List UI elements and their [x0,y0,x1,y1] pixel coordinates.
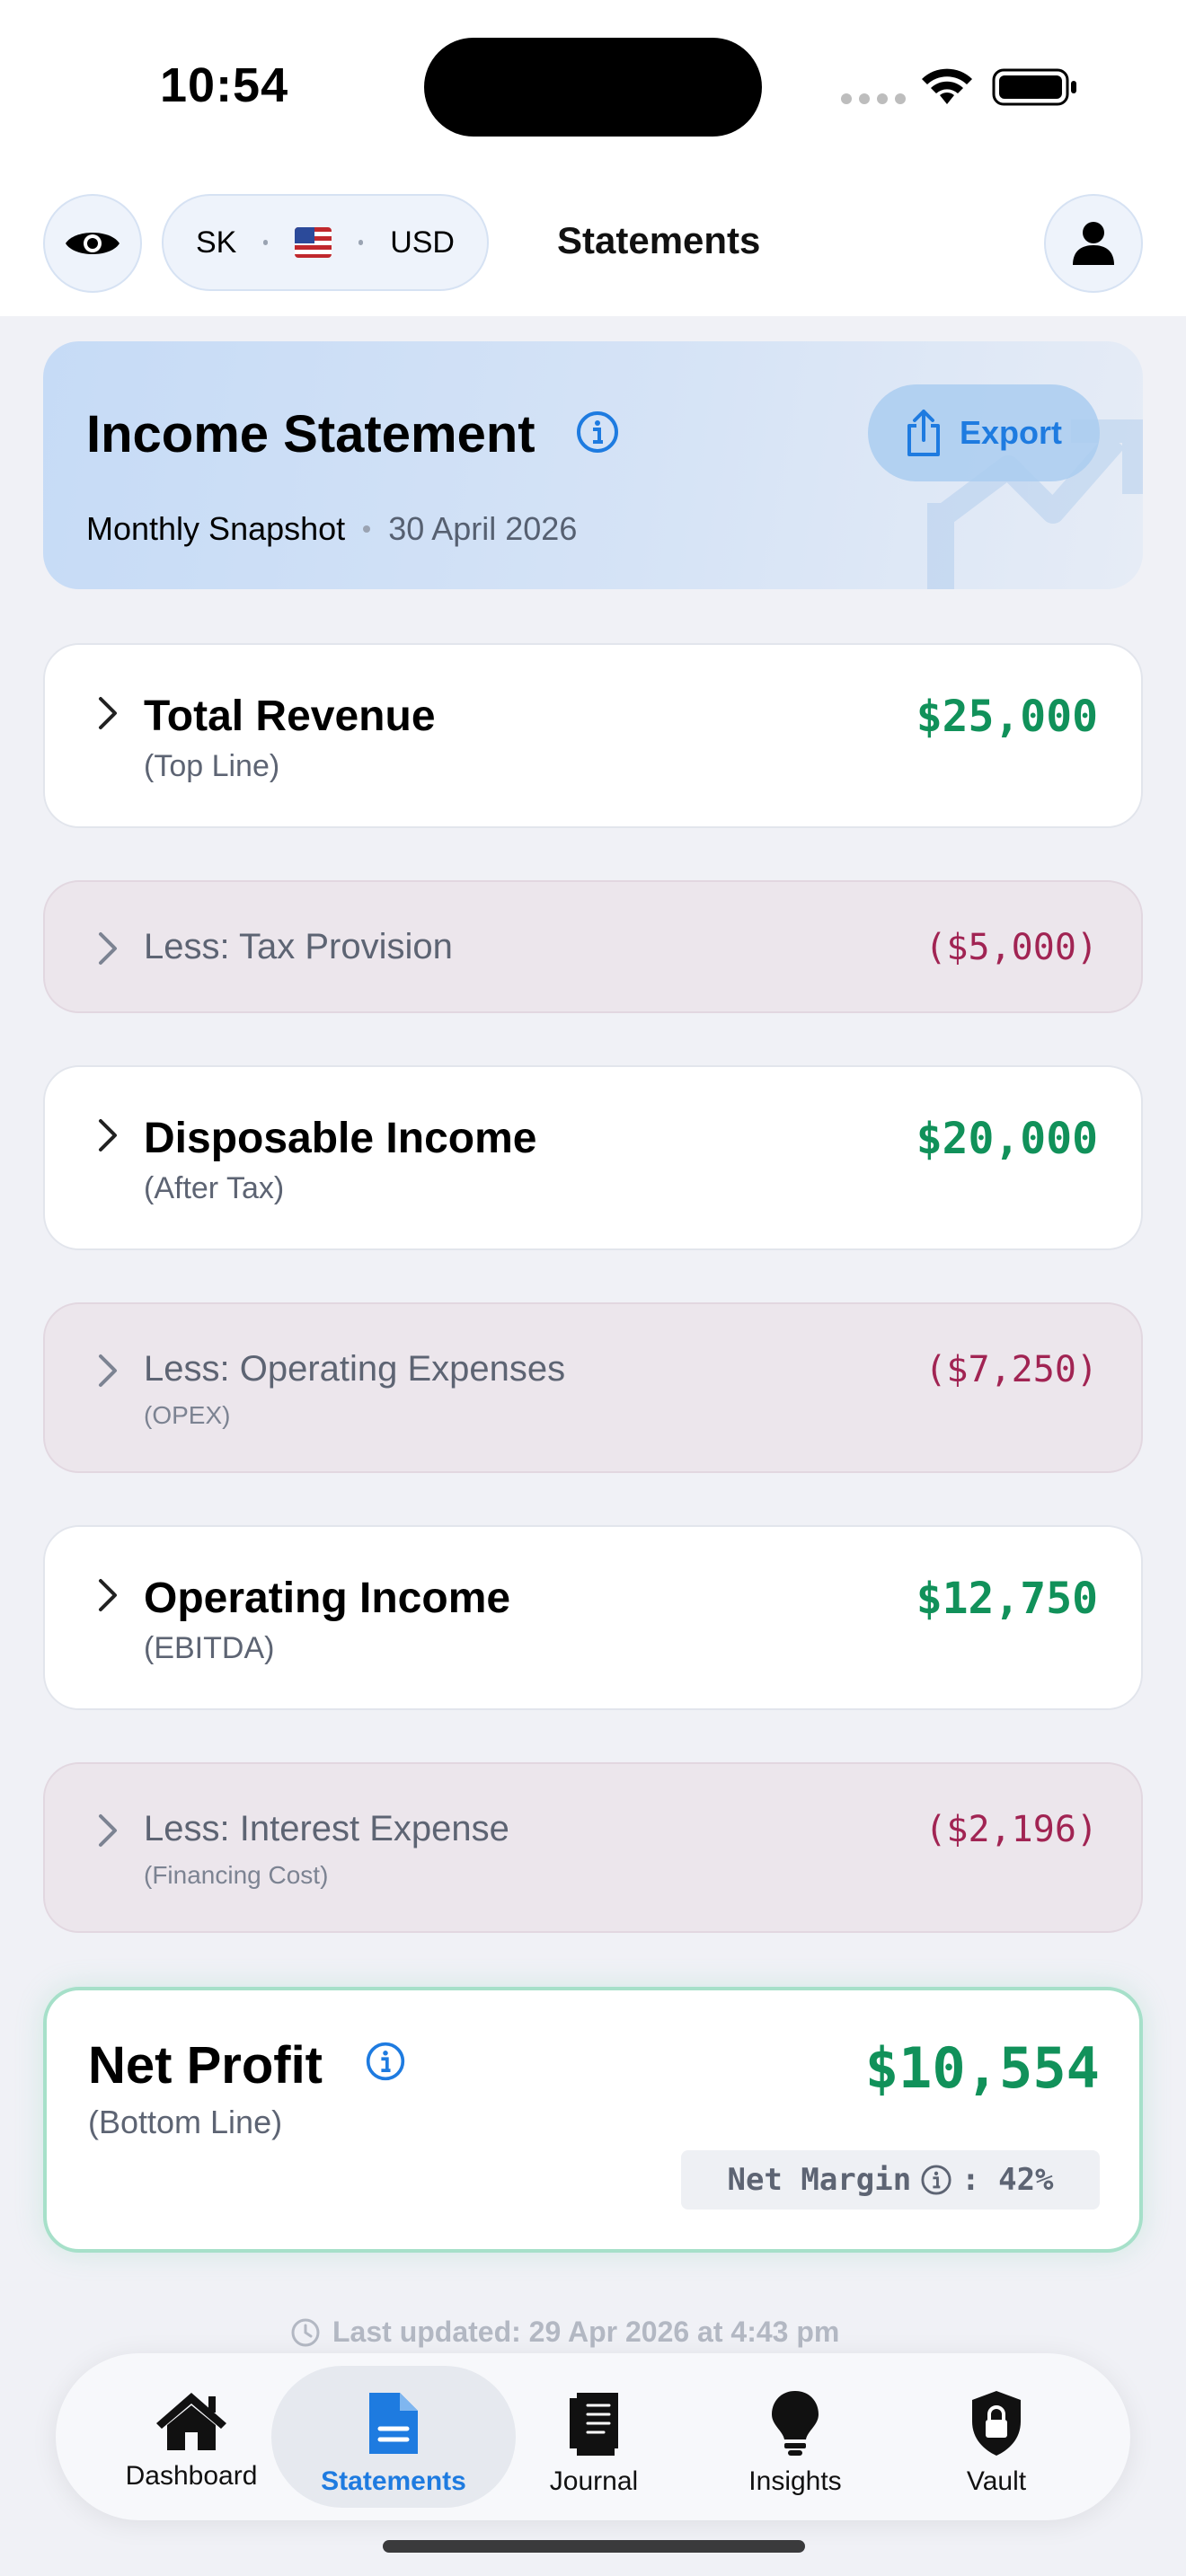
income-statement-header-card: Income Statement Monthly Snapshot 30 Apr… [43,341,1143,589]
row-title: Operating Income [144,1575,511,1622]
page-title: Statements [557,219,761,261]
net-profit-subtitle: (Bottom Line) [88,2104,283,2140]
last-updated-text: Last updated: 29 Apr 2026 at 4:43 pm [332,2316,840,2348]
history-clock-icon [291,2318,320,2346]
chevron-right-icon [99,932,117,965]
document-icon [369,2393,418,2454]
chevron-right-icon [99,1354,117,1387]
statement-title: Income Statement [86,405,535,463]
wifi-icon [922,68,972,104]
statement-row-interest-expense[interactable]: Less: Interest Expense (Financing Cost) … [43,1762,1143,1933]
row-amount: $12,750 [916,1574,1098,1624]
profile-button[interactable] [1044,194,1143,293]
row-amount: ($5,000) [925,927,1098,968]
row-title: Less: Operating Expenses [144,1349,566,1389]
statement-period-line: Monthly Snapshot 30 April 2026 [86,510,577,548]
eye-icon [66,233,119,254]
export-button[interactable]: Export [868,384,1100,481]
currency-code: USD [390,225,455,260]
net-margin-value: : 42% [961,2162,1054,2198]
statement-date: 30 April 2026 [388,510,578,547]
row-title: Less: Tax Provision [144,927,453,966]
share-icon [907,410,940,456]
info-icon[interactable] [920,2164,952,2196]
row-title: Disposable Income [144,1115,537,1162]
row-subtitle: (After Tax) [144,1171,285,1205]
statement-row-disposable-income[interactable]: Disposable Income (After Tax) $20,000 [43,1065,1143,1250]
row-subtitle: (OPEX) [144,1401,231,1429]
info-icon[interactable] [575,410,620,454]
status-time: 10:54 [160,58,289,112]
net-margin-badge: Net Margin : 42% [681,2150,1100,2210]
shield-lock-icon [972,2391,1021,2456]
account-currency-selector[interactable]: SK USD [162,194,489,291]
statement-row-total-revenue[interactable]: Total Revenue (Top Line) $25,000 [43,643,1143,828]
export-label: Export [960,414,1063,451]
home-icon [156,2393,226,2450]
tab-label: Statements [321,2466,466,2496]
separator-dot [363,525,371,533]
chevron-right-icon [99,697,117,729]
row-title: Less: Interest Expense [144,1809,509,1848]
home-indicator [383,2540,805,2553]
separator-dot [358,240,364,245]
tab-statements[interactable]: Statements [271,2366,516,2508]
lightbulb-icon [772,2391,819,2456]
tab-label: Dashboard [125,2461,258,2491]
tab-bar: Dashboard Statements Journal Insights Va… [56,2353,1130,2520]
last-updated: Last updated: 29 Apr 2026 at 4:43 pm [289,2316,839,2349]
top-bar: 10:54 SK USD Statements [0,0,1186,316]
person-icon [1073,222,1114,265]
tab-label: Insights [748,2466,842,2496]
row-title: Total Revenue [144,693,436,740]
period-label: Monthly Snapshot [86,510,346,547]
net-profit-title: Net Profit [88,2036,323,2095]
tab-journal[interactable]: Journal [491,2366,697,2508]
chevron-right-icon [99,1579,117,1611]
statement-row-tax-provision[interactable]: Less: Tax Provision ($5,000) [43,880,1143,1013]
row-amount: $20,000 [916,1114,1098,1164]
net-profit-amount: $10,554 [864,2035,1100,2101]
tab-vault[interactable]: Vault [893,2366,1100,2508]
row-amount: ($2,196) [925,1809,1098,1850]
net-profit-card: Net Profit (Bottom Line) $10,554 Net Mar… [43,1987,1143,2253]
dynamic-island [424,38,762,137]
tab-insights[interactable]: Insights [692,2366,898,2508]
us-flag-icon [295,227,332,258]
tab-dashboard[interactable]: Dashboard [88,2366,295,2508]
separator-dot [263,240,269,245]
tab-label: Journal [549,2466,639,2496]
row-amount: $25,000 [916,692,1098,742]
row-subtitle: (Financing Cost) [144,1861,329,1889]
tab-label: Vault [966,2466,1027,2496]
battery-icon [992,68,1076,106]
row-subtitle: (Top Line) [144,749,280,783]
visibility-toggle-button[interactable] [43,194,142,293]
statement-row-operating-income[interactable]: Operating Income (EBITDA) $12,750 [43,1525,1143,1710]
book-icon [570,2393,618,2456]
statement-row-operating-expenses[interactable]: Less: Operating Expenses (OPEX) ($7,250) [43,1302,1143,1473]
net-margin-label: Net Margin [727,2162,912,2198]
row-amount: ($7,250) [925,1349,1098,1390]
chevron-right-icon [99,1119,117,1151]
row-subtitle: (EBITDA) [144,1631,275,1665]
info-icon[interactable] [365,2041,406,2082]
cellular-signal-icon [841,93,906,104]
chevron-right-icon [99,1814,117,1847]
account-initials: SK [196,225,237,260]
